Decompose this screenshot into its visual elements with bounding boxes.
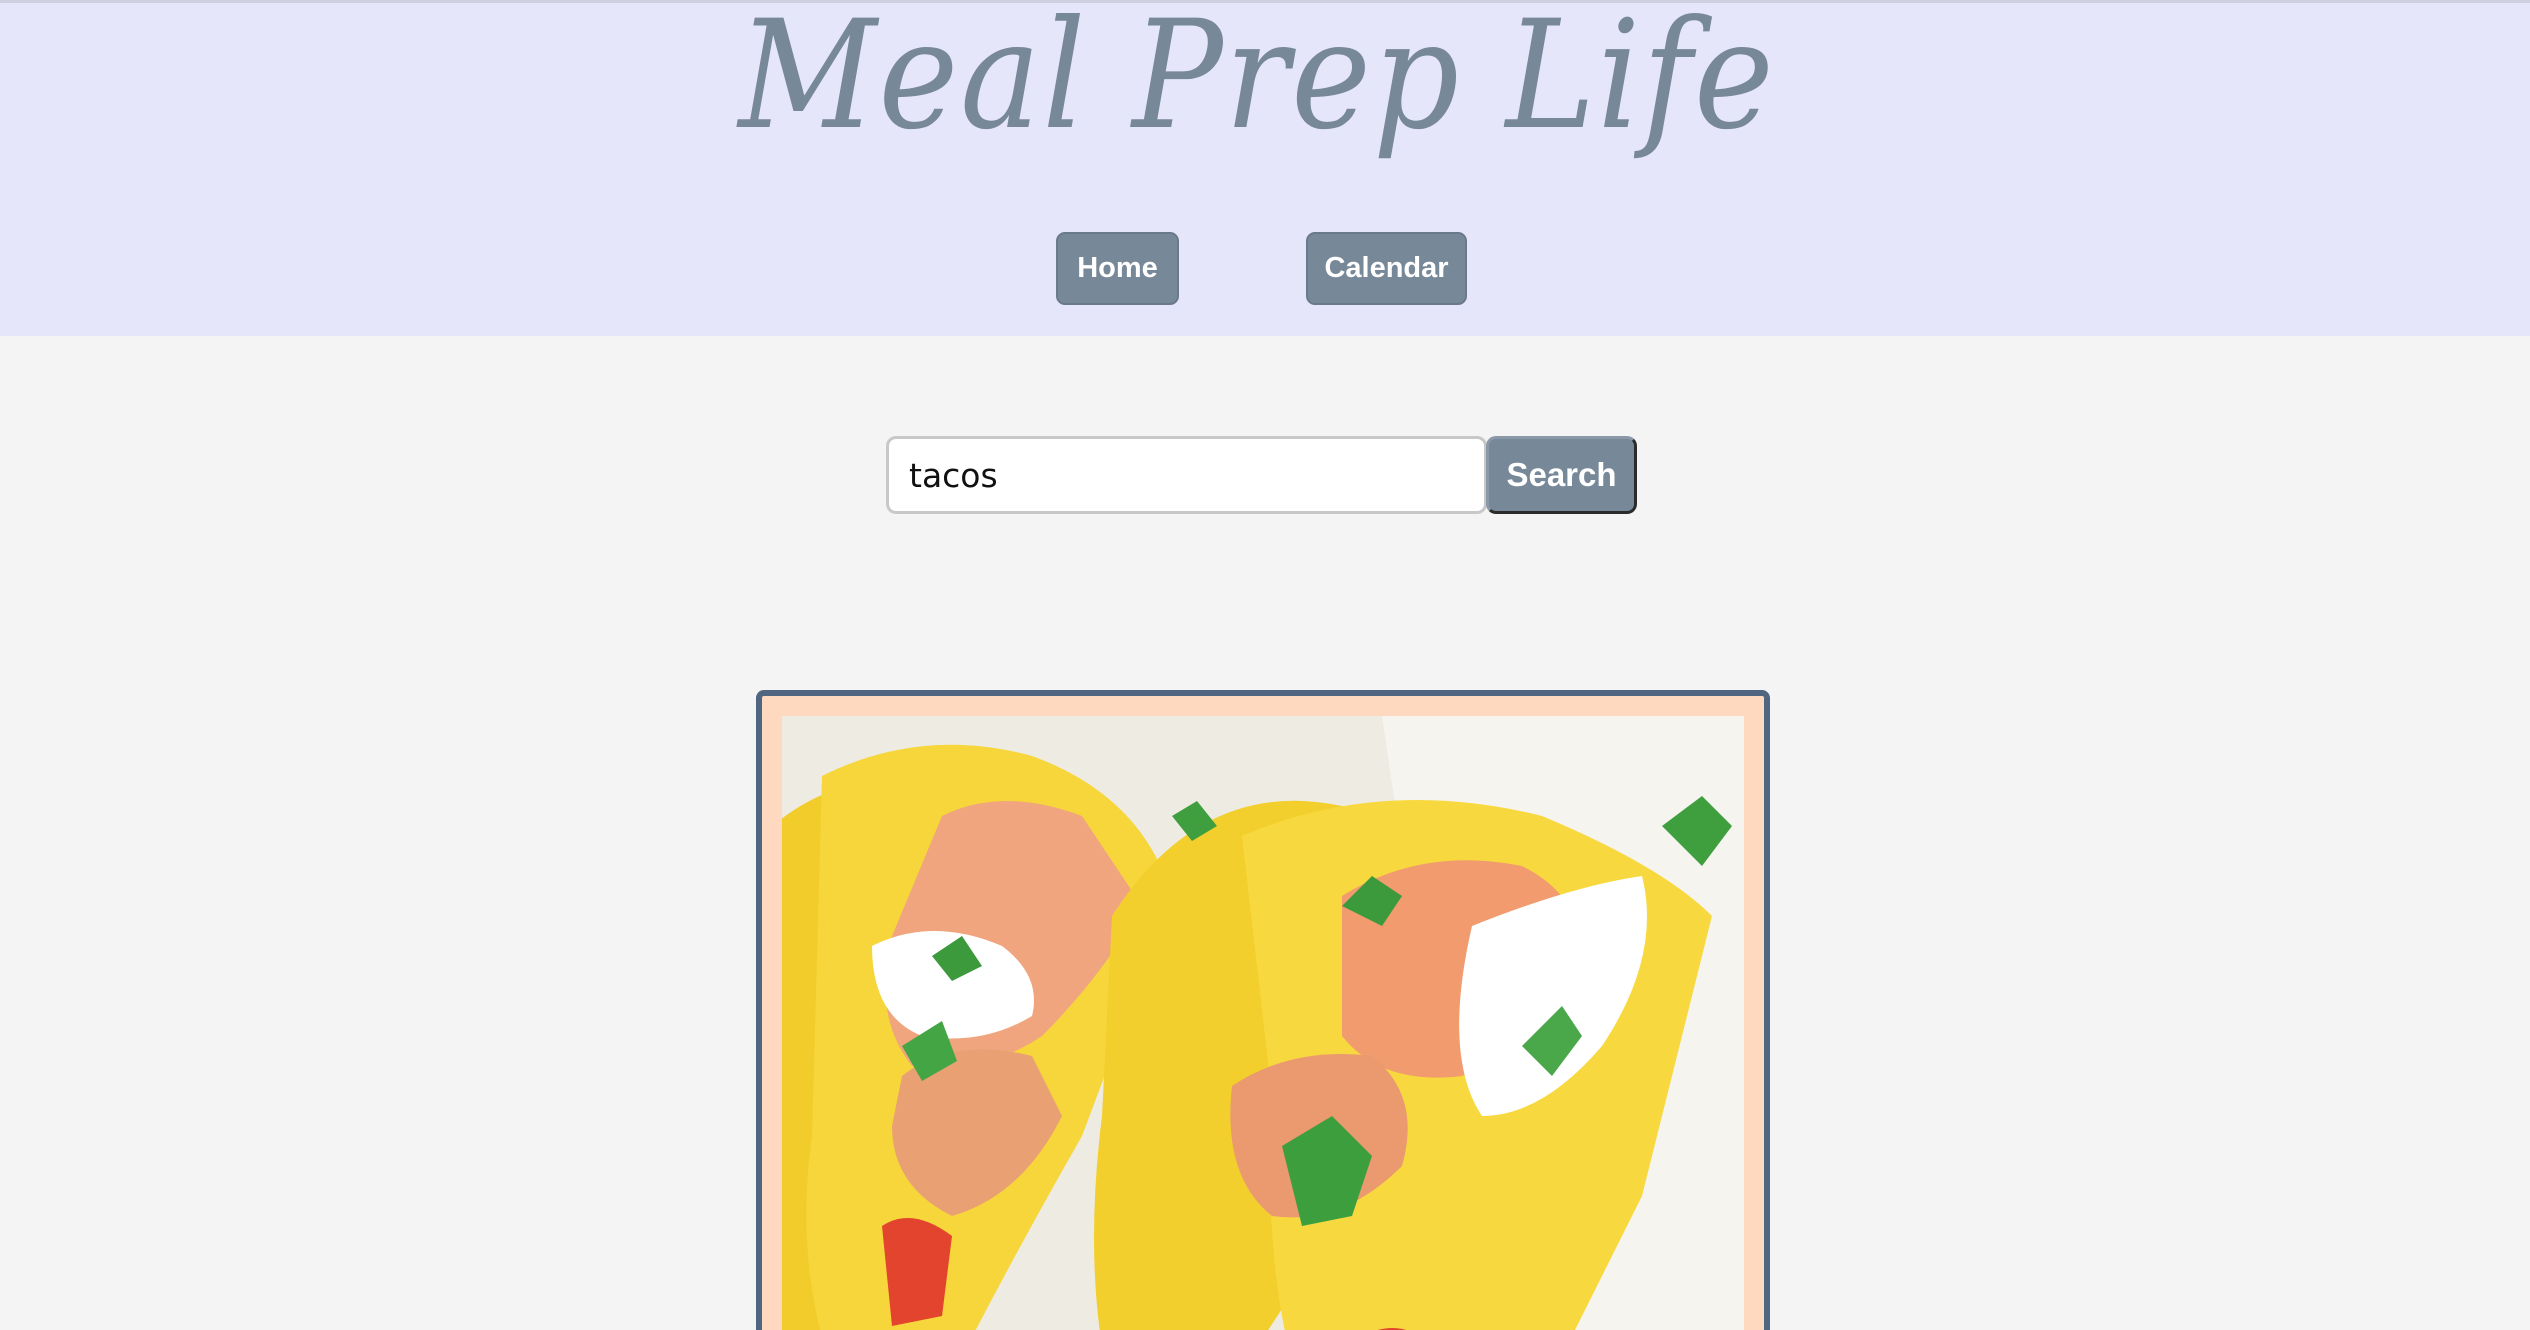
recipe-card[interactable] <box>756 690 1770 1330</box>
shrimp-tacos-photo <box>782 716 1744 1330</box>
search-input[interactable] <box>886 436 1487 514</box>
recipe-image[interactable] <box>782 716 1744 1330</box>
search-button[interactable]: Search <box>1486 436 1637 514</box>
page: Meal Prep Life Home Calendar Search <box>0 0 2530 1330</box>
site-title: Meal Prep Life <box>738 0 1776 163</box>
calendar-button[interactable]: Calendar <box>1306 232 1467 305</box>
home-button[interactable]: Home <box>1056 232 1179 305</box>
site-header: Meal Prep Life Home Calendar <box>0 0 2530 336</box>
